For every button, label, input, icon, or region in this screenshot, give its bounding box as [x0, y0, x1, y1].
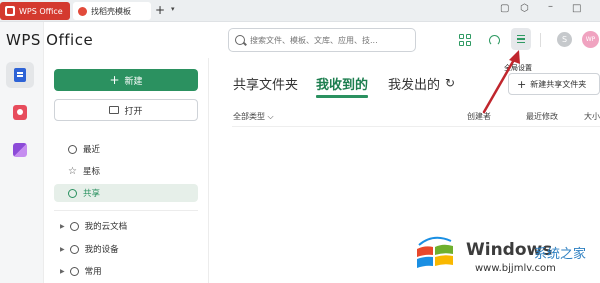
watermark-subtitle: 系统之家: [534, 247, 587, 262]
watermark-url: www.bjjmlv.com: [475, 263, 556, 274]
windows-logo-icon: [417, 236, 453, 268]
